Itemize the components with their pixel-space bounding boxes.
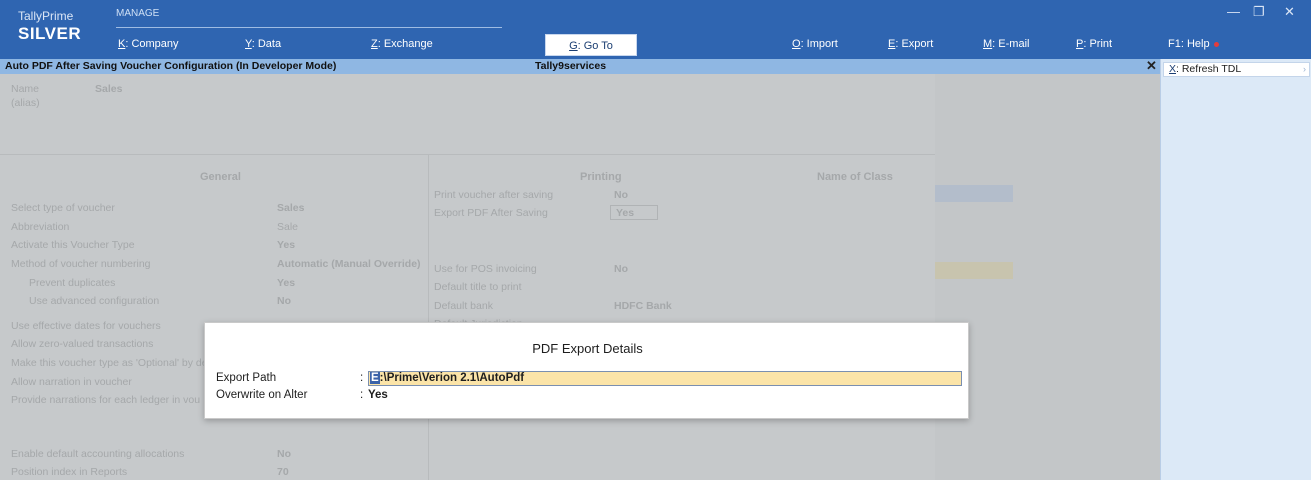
general-row-value: Yes (277, 277, 296, 289)
menu-goto-button[interactable]: G: Go To (545, 34, 637, 56)
general-row-value: Sale (277, 221, 299, 233)
name-value: Sales (95, 83, 123, 95)
pdf-export-details-dialog: PDF Export Details Export Path : E:\Prim… (204, 322, 969, 419)
general-row-value: No (277, 295, 291, 307)
help-alert-dot-icon (1213, 41, 1219, 47)
column-divider-line (428, 154, 429, 480)
printing-row-label: Export PDF After Saving (434, 207, 548, 219)
general-section-title: General (200, 171, 241, 183)
class-row-highlight-yellow (935, 262, 1013, 279)
alias-label: (alias) (11, 97, 40, 109)
printing-row-label: Print voucher after saving (434, 189, 554, 201)
general-row-value: Yes (277, 239, 296, 251)
printing-row-label: Use for POS invoicing (434, 263, 537, 275)
general-row-label: Make this voucher type as 'Optional' by … (11, 357, 208, 369)
general-row-label: Abbreviation (11, 221, 70, 233)
menu-company[interactable]: K: Company (118, 38, 179, 50)
general-row-label: Use advanced configuration (29, 295, 160, 307)
overwrite-label: Overwrite on Alter (216, 389, 308, 401)
general-row-label: Provide narrations for each ledger in vo… (11, 394, 201, 406)
name-of-class-title: Name of Class (817, 171, 893, 183)
printing-row-value: Yes (616, 207, 635, 219)
menu-exchange[interactable]: Z: Exchange (371, 38, 433, 50)
printing-row-value: No (614, 263, 628, 275)
section-divider-line (0, 154, 935, 155)
menu-export[interactable]: E: Export (888, 38, 933, 50)
name-label: Name (11, 83, 40, 95)
export-path-value: :\Prime\Verion 2.1\AutoPdf (379, 372, 525, 384)
section-label: MANAGE (116, 8, 160, 19)
general-row-label: Prevent duplicates (29, 277, 116, 289)
general-row-label: Use effective dates for vouchers (11, 320, 161, 332)
printing-row-value: No (614, 189, 628, 201)
right-button-panel: X: Refresh TDL › (1160, 59, 1311, 480)
chevron-right-icon: › (1303, 64, 1306, 74)
overwrite-colon: : (360, 389, 364, 401)
screen-title-bar: Auto PDF After Saving Voucher Configurat… (0, 58, 1160, 74)
printing-section-title: Printing (580, 171, 622, 183)
close-screen-icon[interactable]: ✕ (1146, 58, 1157, 74)
export-path-colon: : (360, 372, 364, 384)
general-row-value: 70 (277, 466, 289, 478)
product-name: TallyPrime (18, 9, 74, 23)
menu-help[interactable]: F1: Help (1168, 38, 1219, 50)
general-row-value: No (277, 448, 291, 460)
voucher-type-form-dimmed: Name Sales (alias) General Printing Name… (0, 74, 1160, 480)
top-menu-bar: TallyPrime SILVER MANAGE K: Company Y: D… (0, 0, 1311, 59)
refresh-tdl-button[interactable]: X: Refresh TDL › (1163, 62, 1310, 77)
close-window-icon[interactable]: ✕ (1284, 4, 1295, 20)
printing-row-label: Default title to print (434, 281, 522, 293)
general-row-label: Allow narration in voucher (11, 376, 132, 388)
overwrite-value-field[interactable]: Yes (368, 389, 388, 401)
menu-print[interactable]: P: Print (1076, 38, 1112, 50)
general-row-value: Automatic (Manual Override) (277, 258, 421, 270)
general-row-label: Allow zero-valued transactions (11, 338, 154, 350)
general-row-label: Select type of voucher (11, 202, 115, 214)
menu-data[interactable]: Y: Data (245, 38, 281, 50)
minimize-icon[interactable]: — (1227, 4, 1240, 19)
class-row-highlight (935, 185, 1013, 202)
dialog-title: PDF Export Details (532, 341, 643, 356)
export-path-input[interactable]: E:\Prime\Verion 2.1\AutoPdf (368, 371, 962, 386)
company-name: Tally9services (535, 60, 607, 72)
printing-row-label: Default bank (434, 300, 493, 312)
general-row-label: Activate this Voucher Type (11, 239, 135, 251)
export-path-label: Export Path (216, 372, 277, 384)
product-edition: SILVER (18, 24, 82, 43)
general-row-label: Position index in Reports (11, 466, 128, 478)
restore-icon[interactable]: ❐ (1253, 4, 1265, 20)
menu-import[interactable]: O: Import (792, 38, 838, 50)
product-brand: TallyPrime SILVER (18, 9, 81, 44)
printing-row-value: HDFC Bank (614, 300, 672, 312)
general-row-value: Sales (277, 202, 305, 214)
general-row-label: Enable default accounting allocations (11, 448, 185, 460)
menu-email[interactable]: M: E-mail (983, 38, 1029, 50)
screen-title: Auto PDF After Saving Voucher Configurat… (5, 60, 337, 72)
general-row-label: Method of voucher numbering (11, 258, 151, 270)
text-cursor: E (370, 372, 380, 384)
section-divider (116, 27, 502, 28)
